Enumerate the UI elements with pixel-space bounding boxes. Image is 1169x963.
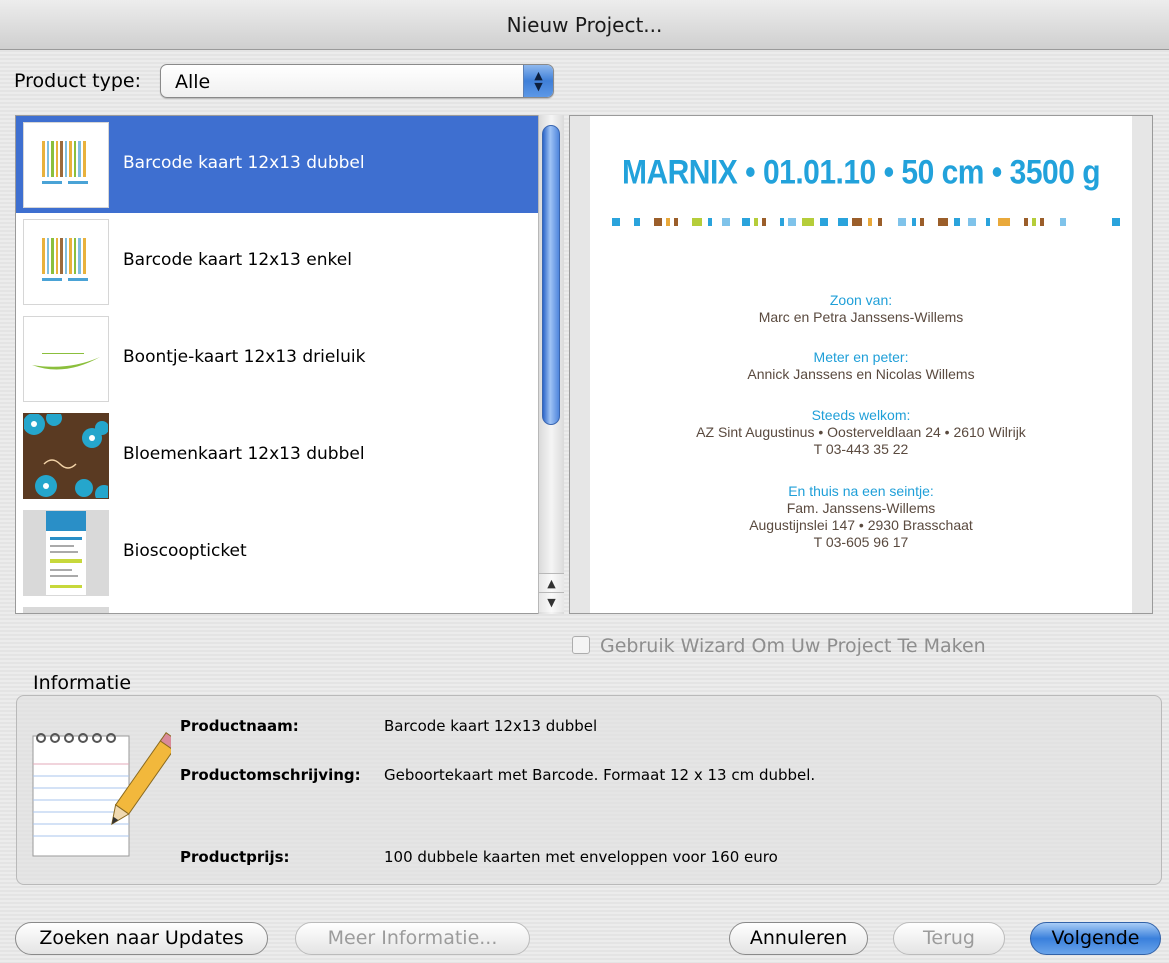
product-type-value: Alle (175, 71, 211, 93)
preview-title: MARNIX • 01.01.10 • 50 cm • 3500 g (621, 153, 1101, 192)
product-list[interactable]: Barcode kaart 12x13 dubbel Barcode kaart… (15, 115, 564, 614)
scroll-up-arrow-icon[interactable]: ▲ (539, 573, 564, 593)
card-preview: MARNIX • 01.01.10 • 50 cm • 3500 g Zoon … (590, 116, 1132, 613)
preview-heading: En thuis na een seintje: (788, 483, 934, 499)
wizard-label: Gebruik Wizard Om Uw Project Te Maken (600, 635, 986, 657)
select-arrows-icon: ▲ ▼ (523, 65, 553, 97)
list-item-label: Bloemenkaart 12x13 dubbel (123, 444, 365, 464)
flower-card-thumbnail-icon (23, 410, 113, 503)
preview-line: T 03-605 96 17 (813, 534, 909, 550)
product-list-scrollbar[interactable]: ▲ ▼ (538, 115, 564, 614)
list-item-bloemen[interactable]: Bloemenkaart 12x13 dubbel (16, 407, 539, 504)
preview-line: Annick Janssens en Nicolas Willems (747, 366, 975, 382)
preview-line: Marc en Petra Janssens-Willems (758, 309, 964, 325)
preview-heading: Zoon van: (829, 292, 893, 308)
product-name-value: Barcode kaart 12x13 dubbel (384, 717, 598, 735)
more-info-button[interactable]: Meer Informatie... (295, 922, 530, 955)
search-updates-button[interactable]: Zoeken naar Updates (15, 922, 268, 955)
back-button[interactable]: Terug (893, 922, 1005, 955)
window-title: Nieuw Project... (0, 0, 1169, 50)
product-type-label: Product type: (14, 70, 142, 92)
preview-block-hospital: Steeds welkom: AZ Sint Augustinus • Oost… (590, 407, 1132, 458)
list-item-barcode-dubbel[interactable]: Barcode kaart 12x13 dubbel (16, 116, 539, 213)
preview-heading: Steeds welkom: (811, 407, 911, 423)
product-name-label: Productnaam: (180, 717, 299, 735)
barcode-thumbnail-icon (23, 219, 109, 305)
cancel-button[interactable]: Annuleren (729, 922, 868, 955)
list-item-label: Bioscoopticket (123, 541, 247, 561)
product-type-select[interactable]: Alle ▲ ▼ (160, 64, 554, 98)
scroll-down-arrow-icon[interactable]: ▼ (539, 592, 564, 612)
product-description-label: Productomschrijving: (180, 766, 361, 784)
list-item-boontje[interactable]: Boontje-kaart 12x13 drieluik (16, 310, 539, 407)
preview-heading: Meter en peter: (813, 349, 909, 365)
preview-line: T 03-443 35 22 (813, 441, 909, 457)
preview-block-godparents: Meter en peter: Annick Janssens en Nicol… (590, 349, 1132, 383)
info-heading: Informatie (33, 672, 132, 694)
list-item-label: Barcode kaart 12x13 enkel (123, 250, 352, 270)
preview-panel: MARNIX • 01.01.10 • 50 cm • 3500 g Zoon … (569, 115, 1153, 614)
list-item-barcode-enkel[interactable]: Barcode kaart 12x13 enkel (16, 213, 539, 310)
product-description-value: Geboortekaart met Barcode. Formaat 12 x … (384, 766, 816, 784)
list-item-label: Boontje-kaart 12x13 drieluik (123, 347, 366, 367)
notepad-pencil-icon (32, 732, 171, 857)
checkbox-icon[interactable] (572, 636, 590, 654)
preview-line: Augustijnslei 147 • 2930 Brasschaat (749, 517, 973, 533)
bean-card-thumbnail-icon (23, 316, 109, 402)
cinema-ticket-thumbnail-icon (23, 510, 109, 596)
preview-line: Fam. Janssens-Willems (786, 500, 936, 516)
preview-block-home: En thuis na een seintje: Fam. Janssens-W… (590, 483, 1132, 551)
preview-block-parents: Zoon van: Marc en Petra Janssens-Willems (590, 292, 1132, 326)
scrollbar-thumb[interactable] (542, 125, 560, 425)
list-item-bioscoop[interactable]: Bioscoopticket (16, 504, 539, 601)
wizard-checkbox[interactable]: Gebruik Wizard Om Uw Project Te Maken (572, 635, 986, 657)
list-item-label: Barcode kaart 12x13 dubbel (123, 153, 365, 173)
barcode-thumbnail-icon (23, 122, 109, 208)
list-item-partial[interactable] (16, 601, 539, 613)
preview-line: AZ Sint Augustinus • Oosterveldlaan 24 •… (696, 424, 1026, 440)
thumbnail-icon (23, 607, 109, 613)
product-price-label: Productprijs: (180, 848, 290, 866)
preview-decoration (612, 218, 1120, 226)
product-price-value: 100 dubbele kaarten met enveloppen voor … (384, 848, 778, 866)
next-button[interactable]: Volgende (1030, 922, 1161, 955)
info-panel: Productnaam: Barcode kaart 12x13 dubbel … (16, 695, 1162, 885)
